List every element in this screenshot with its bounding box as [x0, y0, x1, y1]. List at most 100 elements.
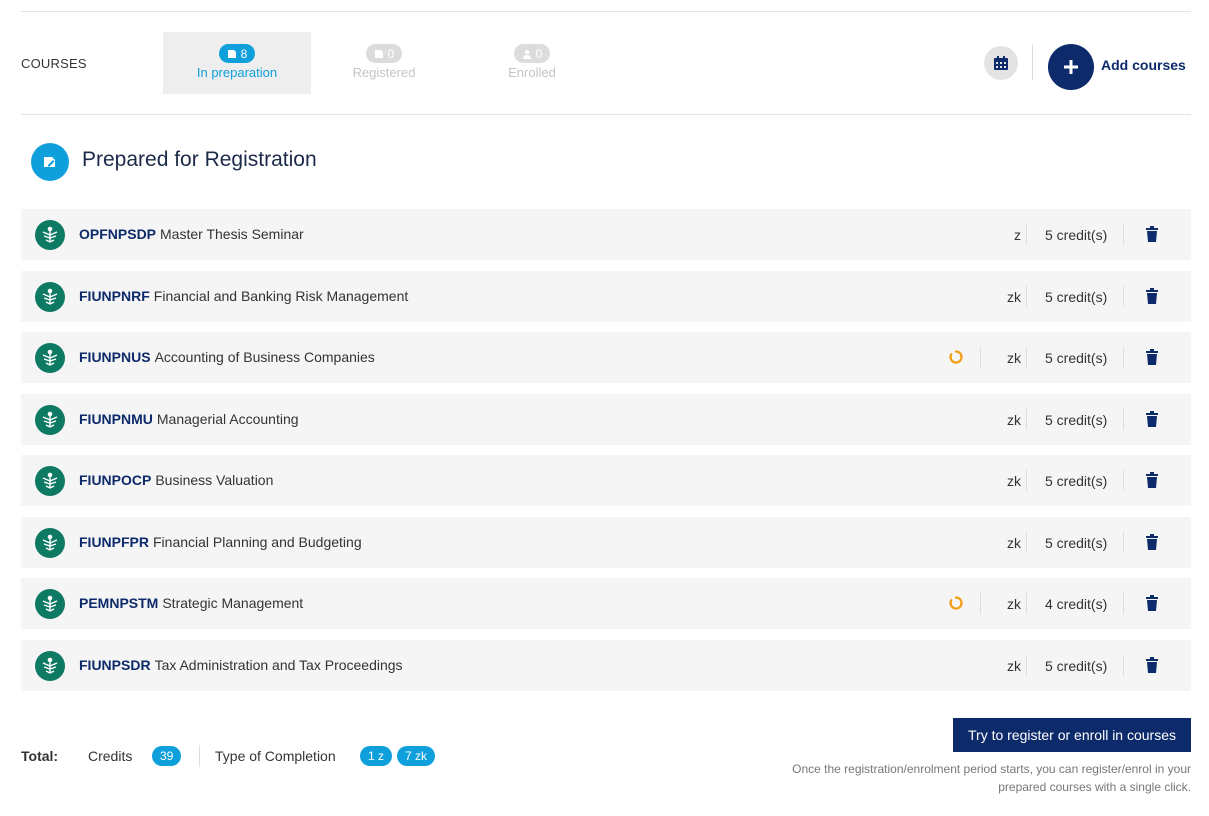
course-name: Business Valuation — [155, 472, 274, 488]
top-divider — [21, 11, 1191, 12]
plus-icon — [1064, 60, 1078, 74]
trash-icon[interactable] — [1145, 410, 1159, 427]
row-divider — [1026, 347, 1027, 368]
faculty-logo-icon — [35, 650, 65, 681]
course-code: OPFNPSDP — [79, 226, 157, 242]
course-name: Financial and Banking Risk Management — [153, 287, 409, 304]
course-code: FIUNPFPR — [79, 533, 149, 550]
trash-icon[interactable] — [1145, 226, 1159, 242]
course-credits: 5 credit(s) — [1045, 534, 1108, 551]
row-divider — [1123, 654, 1124, 676]
faculty-logo-icon — [35, 404, 65, 435]
faculty-logo-icon — [35, 281, 65, 312]
row-divider — [1026, 285, 1027, 307]
row-divider — [1123, 285, 1124, 307]
tab-label: Enrolled — [508, 64, 556, 80]
course-code: FIUNPNRF — [79, 287, 150, 304]
row-divider — [1026, 654, 1027, 676]
pending-status-icon — [948, 595, 964, 611]
footer-divider — [199, 745, 200, 767]
trash-icon[interactable] — [1145, 595, 1159, 611]
completion-type: zk — [1007, 534, 1021, 551]
course-credits: 5 credit(s) — [1045, 350, 1108, 366]
faculty-logo-icon — [35, 466, 65, 496]
course-name: Managerial Accounting — [156, 410, 299, 427]
tab-registered[interactable]: 0 Registered — [310, 32, 458, 94]
course-name: Tax Administration and Tax Proceedings — [154, 656, 403, 673]
calendar-button[interactable] — [984, 46, 1018, 80]
trash-icon[interactable] — [1145, 656, 1159, 673]
row-divider — [1026, 531, 1027, 553]
add-courses-link[interactable]: Add courses — [1101, 57, 1186, 73]
register-enroll-button[interactable]: Try to register or enroll in courses — [953, 718, 1191, 752]
completion-badge-z: 1 z — [360, 746, 393, 766]
course-row: PEMNPSTM Strategic Management zk 4 credit(s… — [21, 578, 1191, 629]
section-title: Prepared for Registration — [82, 148, 317, 171]
row-divider — [980, 593, 981, 614]
faculty-logo-icon — [35, 589, 65, 619]
course-list: OPFNPSDP Master Thesis Seminar z 5 credit(s… — [21, 209, 1191, 701]
course-name: Financial Planning and Budgeting — [153, 533, 362, 550]
course-row: OPFNPSDP Master Thesis Seminar z 5 credit(s… — [21, 209, 1191, 260]
course-row: FIUNPSDR Tax Administration and Tax Proce… — [21, 639, 1191, 691]
course-link[interactable]: FIUNPNRF Financial and Banking Risk Manag… — [79, 288, 408, 304]
course-credits: 4 credit(s) — [1045, 596, 1108, 612]
calendar-icon — [994, 56, 1008, 70]
row-divider — [1026, 593, 1027, 614]
completion-badge-zk: 7 zk — [397, 746, 436, 766]
completion-type: zk — [1007, 411, 1021, 428]
row-divider — [1123, 224, 1124, 245]
course-row: FIUNPFPR Financial Planning and Budgeting… — [21, 516, 1191, 568]
row-divider — [1026, 408, 1027, 430]
row-divider — [1123, 347, 1124, 368]
note-icon — [374, 49, 383, 58]
tab-count-badge: 0 — [365, 44, 403, 63]
course-link[interactable]: FIUNPFPR Financial Planning and Budgeting — [79, 534, 362, 550]
trash-icon[interactable] — [1145, 287, 1159, 304]
course-row: FIUNPNUS Accounting of Business Companies… — [21, 332, 1191, 383]
course-code: FIUNPNUS — [79, 349, 151, 365]
faculty-logo-icon — [35, 527, 65, 558]
tab-label: In preparation — [196, 64, 278, 80]
course-link[interactable]: FIUNPNUS Accounting of Business Companies — [79, 349, 375, 365]
tab-count-badge: 0 — [513, 44, 551, 63]
registration-note: Once the registration/enrolment period s… — [751, 760, 1191, 796]
completion-type: zk — [1007, 350, 1021, 366]
course-name: Accounting of Business Companies — [154, 349, 375, 365]
row-divider — [980, 347, 981, 368]
trash-icon[interactable] — [1145, 533, 1159, 550]
completion-type: zk — [1007, 288, 1021, 305]
section-divider — [21, 114, 1191, 115]
registration-note-line: Once the registration/enrolment period s… — [792, 762, 1191, 776]
tab-count: 8 — [240, 46, 248, 61]
faculty-logo-icon — [35, 343, 65, 373]
tab-count-badge: 8 — [218, 44, 256, 63]
completion-type: z — [1014, 227, 1021, 243]
course-credits: 5 credit(s) — [1045, 227, 1108, 243]
row-divider — [1123, 408, 1124, 430]
tab-enrolled[interactable]: 0 Enrolled — [458, 32, 606, 94]
tab-label: Registered — [352, 64, 416, 80]
course-credits: 5 credit(s) — [1045, 657, 1108, 674]
trash-icon[interactable] — [1145, 472, 1159, 488]
course-name: Master Thesis Seminar — [160, 226, 304, 242]
tab-in-preparation[interactable]: 8 In preparation — [163, 32, 311, 94]
add-courses-button[interactable] — [1048, 44, 1094, 90]
registration-note-line: prepared courses with a single click. — [998, 780, 1191, 794]
pending-status-icon — [948, 349, 964, 365]
note-icon — [227, 49, 236, 58]
completion-type: zk — [1007, 473, 1021, 489]
course-name: Strategic Management — [162, 595, 304, 611]
course-link[interactable]: FIUNPOCP Business Valuation — [79, 472, 273, 488]
course-link[interactable]: FIUNPSDR Tax Administration and Tax Proce… — [79, 657, 403, 673]
course-link[interactable]: FIUNPNMU Managerial Accounting — [79, 411, 299, 427]
row-divider — [1123, 593, 1124, 614]
course-row: FIUNPOCP Business Valuation zk 5 credit(s) — [21, 455, 1191, 506]
trash-icon[interactable] — [1145, 349, 1159, 365]
course-link[interactable]: OPFNPSDP Master Thesis Seminar — [79, 226, 304, 242]
credits-label: Credits — [88, 748, 133, 764]
course-code: PEMNPSTM — [79, 595, 159, 611]
person-icon — [522, 49, 531, 59]
tab-count: 0 — [387, 46, 395, 61]
course-link[interactable]: PEMNPSTM Strategic Management — [79, 595, 303, 611]
